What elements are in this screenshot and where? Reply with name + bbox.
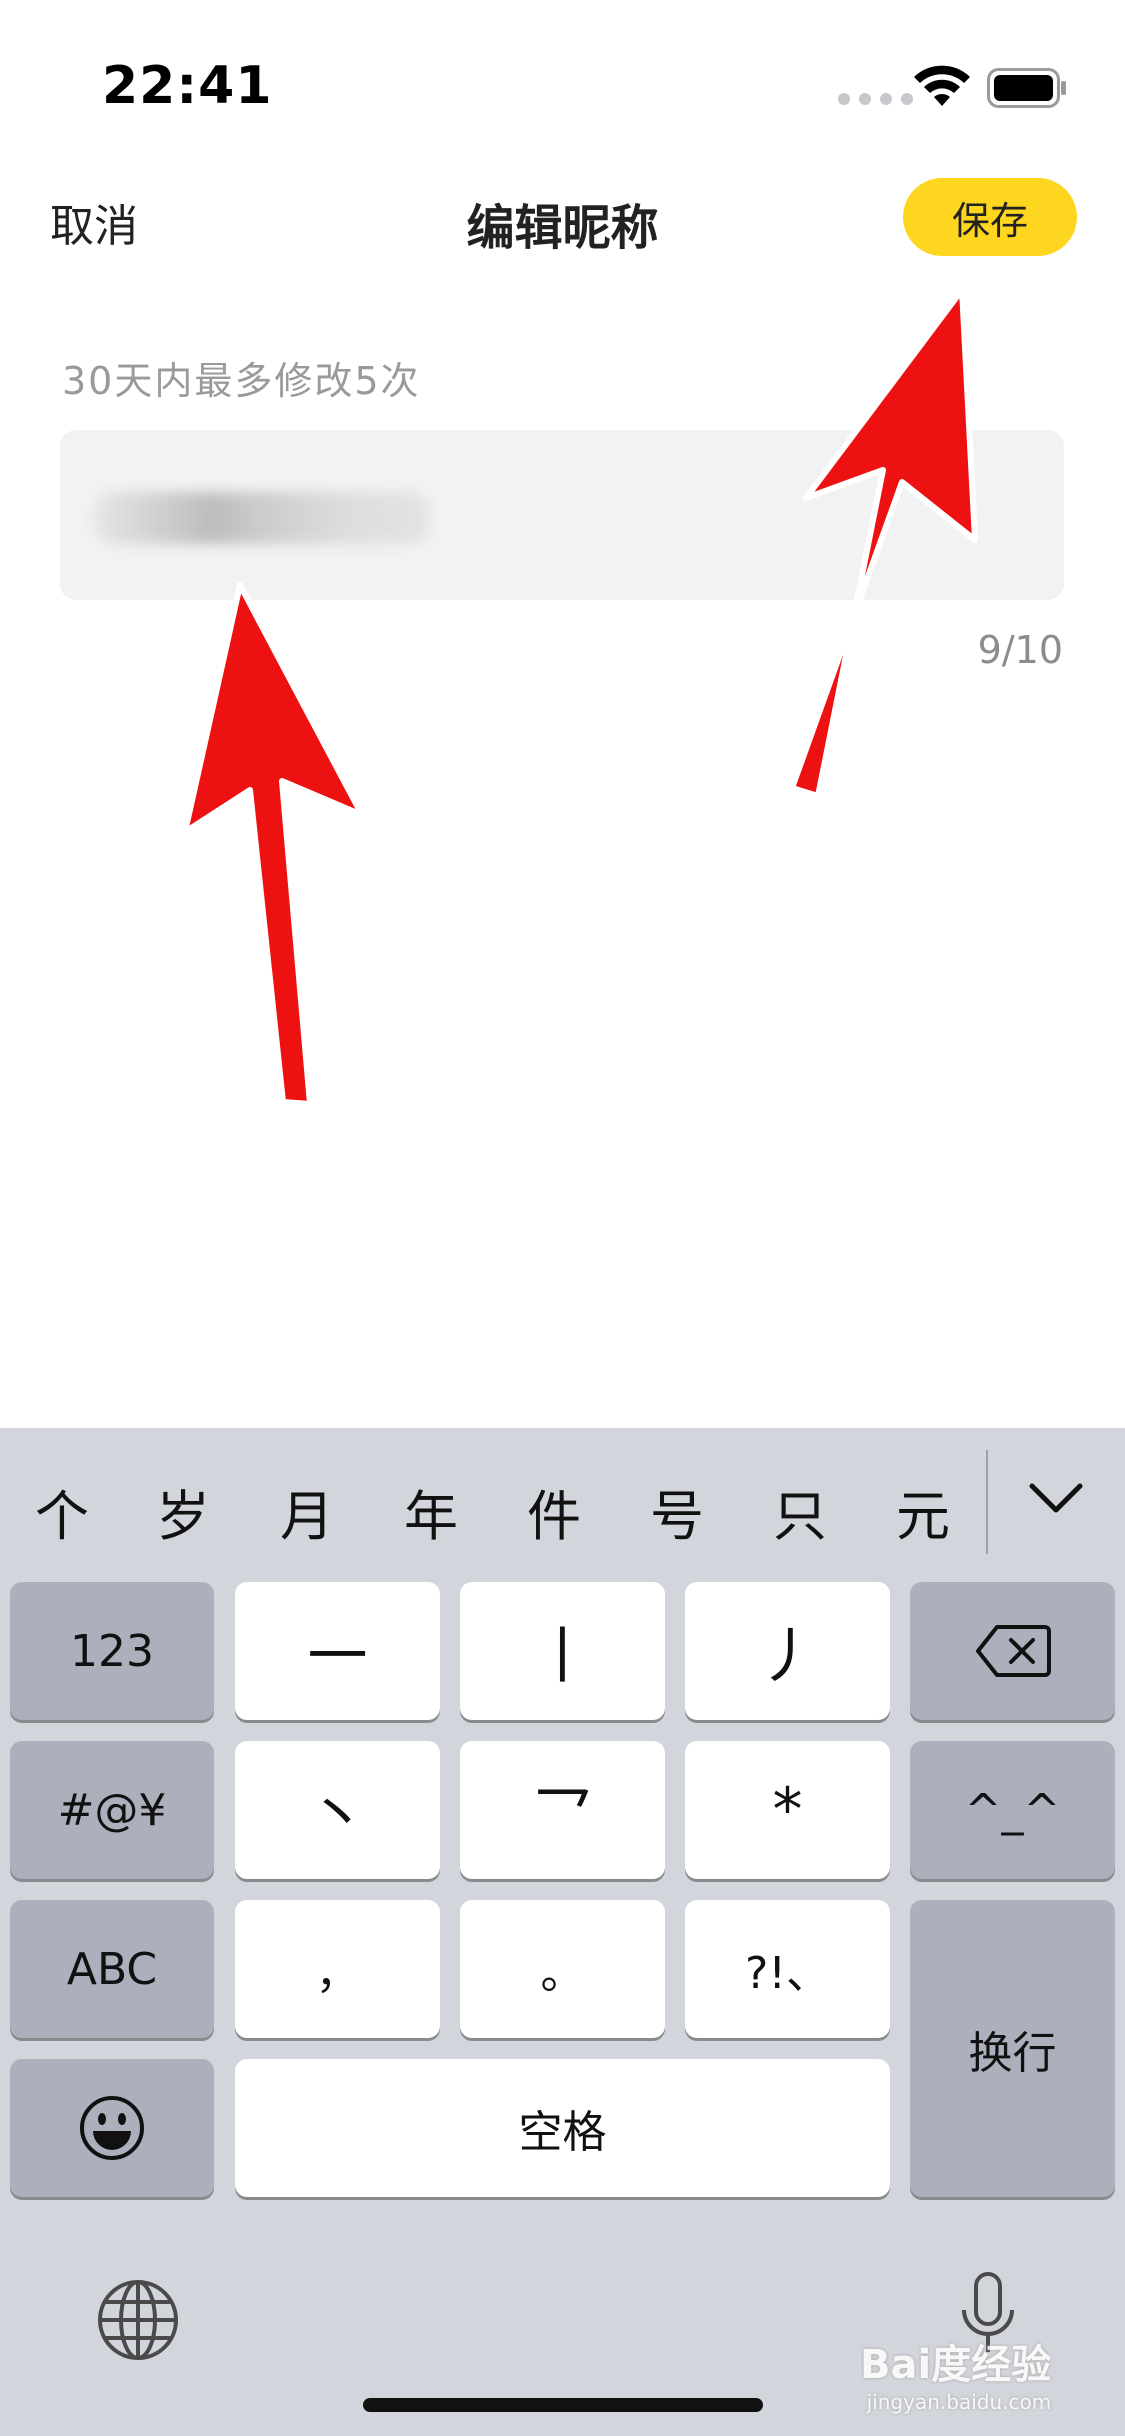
backspace-icon xyxy=(975,1625,1051,1677)
candidate-word[interactable]: 年 xyxy=(391,1472,471,1551)
key-label: 丶 xyxy=(307,1780,368,1851)
candidate-word[interactable]: 元 xyxy=(883,1472,963,1551)
key-label: ， xyxy=(315,1948,360,1999)
key-label: 。 xyxy=(540,1948,585,1999)
key-symbols[interactable]: #@¥ xyxy=(10,1741,214,1879)
candidate-word[interactable]: 只 xyxy=(760,1472,840,1551)
watermark-brand: Bai度经验 xyxy=(860,2342,1052,2388)
key-label: 丿 xyxy=(757,1621,818,1692)
save-button[interactable]: 保存 xyxy=(903,178,1077,256)
chevron-down-icon[interactable] xyxy=(1028,1480,1084,1516)
key-period[interactable]: 。 xyxy=(460,1900,665,2038)
key-delete[interactable] xyxy=(910,1582,1115,1720)
emoji-icon xyxy=(80,2096,144,2160)
key-label: 123 xyxy=(70,1625,154,1677)
key-label: 丨 xyxy=(532,1621,593,1692)
key-label: 换行 xyxy=(968,2027,1057,2079)
key-punctuation[interactable]: ?!、 xyxy=(685,1900,890,2038)
status-bar: 22:41 xyxy=(0,0,1125,150)
home-indicator[interactable] xyxy=(363,2398,763,2412)
key-label: 空格 xyxy=(518,2107,607,2158)
key-stroke-turning[interactable]: 乛 xyxy=(460,1741,665,1879)
globe-icon[interactable] xyxy=(96,2278,180,2362)
candidate-word[interactable]: 岁 xyxy=(143,1472,223,1551)
wifi-icon xyxy=(914,65,970,106)
candidate-bar: 个 岁 月 年 件 号 只 元 xyxy=(0,1428,1125,1578)
key-label: ?!、 xyxy=(745,1948,830,1999)
key-label: 一 xyxy=(307,1621,368,1692)
key-label: #@¥ xyxy=(57,1784,167,1836)
key-stroke-left-falling[interactable]: 丿 xyxy=(685,1582,890,1720)
key-stroke-vertical[interactable]: 丨 xyxy=(460,1582,665,1720)
arrow-to-nickname-input xyxy=(182,582,365,1107)
battery-icon xyxy=(987,68,1066,108)
key-stroke-dot[interactable]: 丶 xyxy=(235,1741,440,1879)
key-wildcard[interactable]: * xyxy=(685,1741,890,1879)
key-label: ^_^ xyxy=(964,1784,1061,1836)
candidate-word[interactable]: 件 xyxy=(514,1472,594,1551)
key-emoticon[interactable]: ^_^ xyxy=(910,1741,1115,1879)
key-comma[interactable]: ， xyxy=(235,1900,440,2038)
nav-bar: 取消 编辑昵称 保存 xyxy=(0,170,1125,270)
key-space[interactable]: 空格 xyxy=(235,2059,890,2197)
candidate-word[interactable]: 个 xyxy=(22,1472,102,1551)
candidate-word[interactable]: 月 xyxy=(267,1472,347,1551)
key-emoji[interactable] xyxy=(10,2059,214,2197)
key-stroke-horizontal[interactable]: 一 xyxy=(235,1582,440,1720)
key-abc[interactable]: ABC xyxy=(10,1900,214,2038)
watermark: Bai度经验 jingyan.baidu.com xyxy=(860,2332,1051,2414)
status-time: 22:41 xyxy=(102,56,273,116)
cellular-signal-icon xyxy=(838,93,913,105)
key-label: ABC xyxy=(66,1943,158,1995)
nickname-input[interactable] xyxy=(60,430,1064,600)
edit-limit-hint: 30天内最多修改5次 xyxy=(62,359,421,403)
watermark-url: jingyan.baidu.com xyxy=(866,2390,1052,2414)
key-return[interactable]: 换行 xyxy=(910,1900,1115,2197)
candidate-divider xyxy=(986,1450,988,1554)
blurred-nickname-value xyxy=(94,492,430,544)
key-123[interactable]: 123 xyxy=(10,1582,214,1720)
keyboard: 个 岁 月 年 件 号 只 元 123 一 丨 丿 #@¥ 丶 乛 * ^_^ … xyxy=(0,1428,1125,2436)
key-label: * xyxy=(772,1775,803,1845)
character-counter: 9/10 xyxy=(977,628,1063,672)
candidate-word[interactable]: 号 xyxy=(637,1472,717,1551)
key-label: 乛 xyxy=(532,1780,593,1851)
